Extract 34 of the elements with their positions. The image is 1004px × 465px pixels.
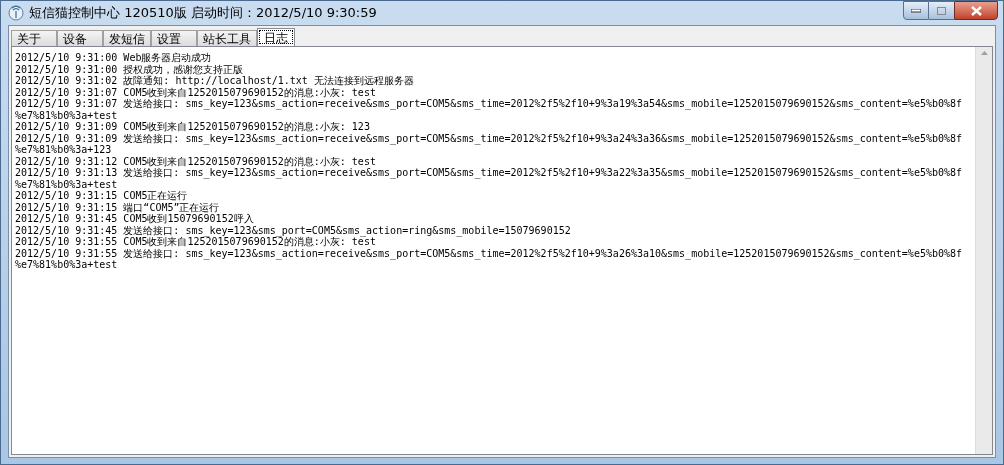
tab[interactable]: 设备 — [57, 30, 103, 46]
tab[interactable]: 站长工具 — [197, 30, 257, 46]
tab[interactable]: 发短信 — [103, 30, 151, 46]
log-line: 2012/5/10 9:31:07 发送给接口: sms_key=123&sms_action=receive&sms_port=COM5&sms_time=2012%2f5%2f10+9%3a19%3a54&sms_mobile=1252015079690152&sms_content=%e5%b0%8f — [15, 98, 963, 110]
close-button[interactable] — [954, 1, 998, 20]
window-title: 短信猫控制中心 120510版 启动时间：2012/5/10 9:30:59 — [29, 4, 377, 23]
log-line: 2012/5/10 9:31:15 端口“COM5”正在运行 — [15, 201, 220, 213]
log-line: 2012/5/10 9:31:45 COM5收到15079690152呼入 — [15, 213, 254, 225]
scroll-up-icon[interactable] — [980, 51, 988, 55]
log-line: %e7%81%b0%3a+test — [15, 109, 118, 121]
tab[interactable]: 设置 — [151, 30, 197, 46]
minimize-icon — [911, 8, 921, 13]
log-line: 2012/5/10 9:31:12 COM5收到来自1252015079690152的消息:小灰: test — [15, 155, 376, 167]
log-line: 2012/5/10 9:31:02 故障通知: http://localhost/1.txt 无法连接到远程服务器 — [15, 75, 414, 87]
log-line: 2012/5/10 9:31:13 发送给接口: sms_key=123&sms_action=receive&sms_port=COM5&sms_time=2012%2f5%2f10+9%3a22%3a35&sms_mobile=1252015079690152&sms_content=%e5%b0%8f — [15, 167, 963, 179]
log-line: 2012/5/10 9:31:09 COM5收到来自1252015079690152的消息:小灰: 123 — [15, 121, 370, 133]
log-line: 2012/5/10 9:31:55 COM5收到来自1252015079690152的消息:小灰: test — [15, 236, 376, 248]
log-line: 2012/5/10 9:31:09 发送给接口: sms_key=123&sms_action=receive&sms_port=COM5&sms_time=2012%2f5%2f10+9%3a24%3a36&sms_mobile=1252015079690152&sms_content=%e5%b0%8f — [15, 132, 963, 144]
maximize-button[interactable] — [929, 1, 954, 20]
log-line: 2012/5/10 9:31:45 发送给接口: sms_key=123&sms_port=COM5&sms_action=ring&sms_mobile=15079690152 — [15, 224, 571, 236]
log-line: 2012/5/10 9:31:00 Web服务器启动成功 — [15, 52, 212, 64]
tab[interactable]: 日志 — [257, 28, 295, 46]
log-line: %e7%81%b0%3a+123 — [15, 144, 112, 156]
close-icon — [970, 5, 982, 16]
log-line: 2012/5/10 9:31:07 COM5收到来自1252015079690152的消息:小灰: test — [15, 86, 376, 98]
log-line: %e7%81%b0%3a+test — [15, 178, 118, 190]
log-line: %e7%81%b0%3a+test — [15, 259, 118, 271]
log-line: 2012/5/10 9:31:00 授权成功，感谢您支持正版 — [15, 63, 244, 75]
minimize-button[interactable] — [903, 1, 929, 20]
log-line: 2012/5/10 9:31:15 COM5正在运行 — [15, 190, 188, 202]
tab[interactable]: 关于 — [11, 30, 57, 46]
maximize-icon — [937, 6, 946, 15]
log-line: 2012/5/10 9:31:55 发送给接口: sms_key=123&sms_action=receive&sms_port=COM5&sms_time=2012%2f5%2f10+9%3a26%3a10&sms_mobile=1252015079690152&sms_content=%e5%b0%8f — [15, 247, 963, 259]
app-icon — [8, 5, 24, 21]
